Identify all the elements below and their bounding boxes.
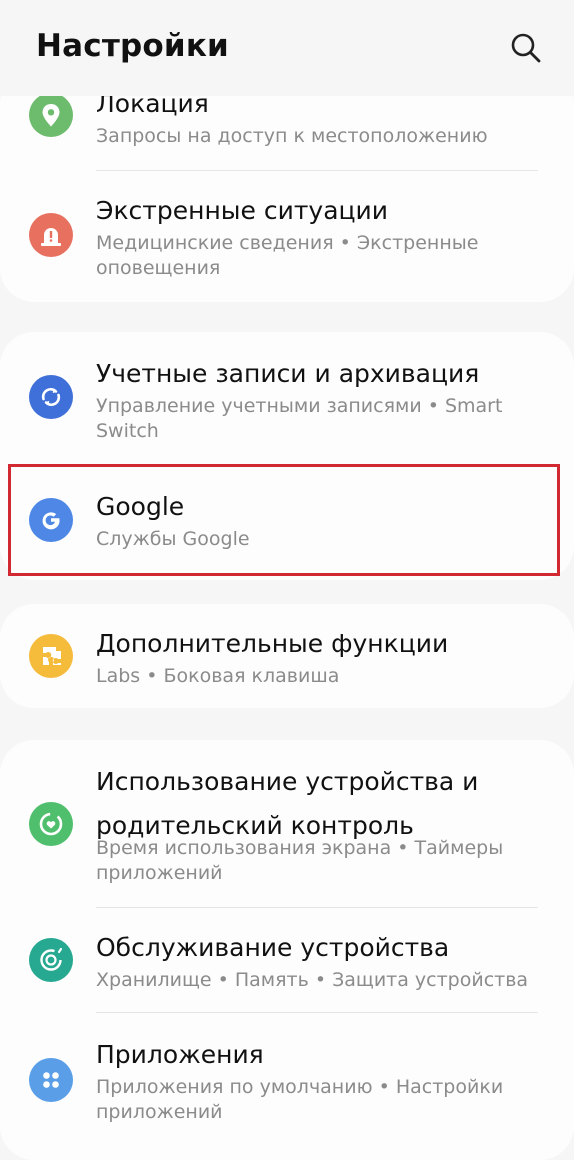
settings-item-accounts-backup[interactable]: Учетные записи и архивация Управление уч… bbox=[0, 332, 574, 463]
device-care-icon bbox=[29, 938, 73, 982]
settings-item-emergency[interactable]: Экстренные ситуации Медицинские сведения… bbox=[0, 171, 574, 302]
header: Настройки bbox=[0, 0, 574, 96]
settings-item-subtitle: Медицинские сведения • Экстренные оповещ… bbox=[96, 232, 479, 279]
settings-item-title: Google bbox=[96, 492, 185, 521]
settings-item-apps[interactable]: Приложения Приложения по умолчанию • Нас… bbox=[0, 1013, 574, 1143]
apps-icon bbox=[29, 1058, 73, 1102]
settings-group-device: Использование устройства и родительский … bbox=[0, 740, 574, 1160]
settings-item-subtitle: Labs • Боковая клавиша bbox=[96, 665, 340, 687]
emergency-icon bbox=[29, 213, 73, 257]
wellbeing-icon bbox=[29, 802, 73, 846]
search-icon bbox=[511, 33, 541, 63]
settings-group-advanced: Дополнительные функции Labs • Боковая кл… bbox=[0, 604, 574, 708]
google-icon bbox=[29, 498, 73, 542]
settings-item-title: Дополнительные функции bbox=[96, 629, 449, 658]
settings-item-title: Учетные записи и архивация bbox=[96, 359, 480, 388]
settings-group-privacy: Локация Запросы на доступ к местоположен… bbox=[0, 70, 574, 302]
settings-item-subtitle: Службы Google bbox=[96, 528, 250, 550]
location-icon bbox=[29, 93, 73, 137]
settings-item-digital-wellbeing[interactable]: Использование устройства и родительский … bbox=[0, 740, 574, 906]
page-title: Настройки bbox=[36, 28, 229, 64]
settings-item-advanced-features[interactable]: Дополнительные функции Labs • Боковая кл… bbox=[0, 604, 574, 708]
settings-item-device-care[interactable]: Обслуживание устройства Хранилище • Памя… bbox=[0, 908, 574, 1012]
settings-item-title: Приложения bbox=[96, 1040, 264, 1069]
settings-item-subtitle: Управление учетными записями • Smart Swi… bbox=[96, 395, 503, 442]
settings-item-google[interactable]: Google Службы Google bbox=[0, 467, 574, 575]
settings-item-title: Экстренные ситуации bbox=[96, 196, 389, 225]
search-button[interactable] bbox=[508, 30, 544, 66]
settings-item-subtitle: Запросы на доступ к местоположению bbox=[96, 125, 488, 147]
settings-item-subtitle: Время использования экрана • Таймеры при… bbox=[96, 837, 504, 884]
puzzle-icon bbox=[29, 634, 73, 678]
settings-item-title: Обслуживание устройства bbox=[96, 933, 450, 962]
sync-icon bbox=[29, 375, 73, 419]
settings-item-subtitle: Приложения по умолчанию • Настройки прил… bbox=[96, 1076, 504, 1123]
settings-item-subtitle: Хранилище • Память • Защита устройства bbox=[96, 969, 529, 991]
settings-item-title: Использование устройства и родительский … bbox=[96, 767, 479, 840]
settings-group-accounts: Учетные записи и архивация Управление уч… bbox=[0, 332, 574, 580]
